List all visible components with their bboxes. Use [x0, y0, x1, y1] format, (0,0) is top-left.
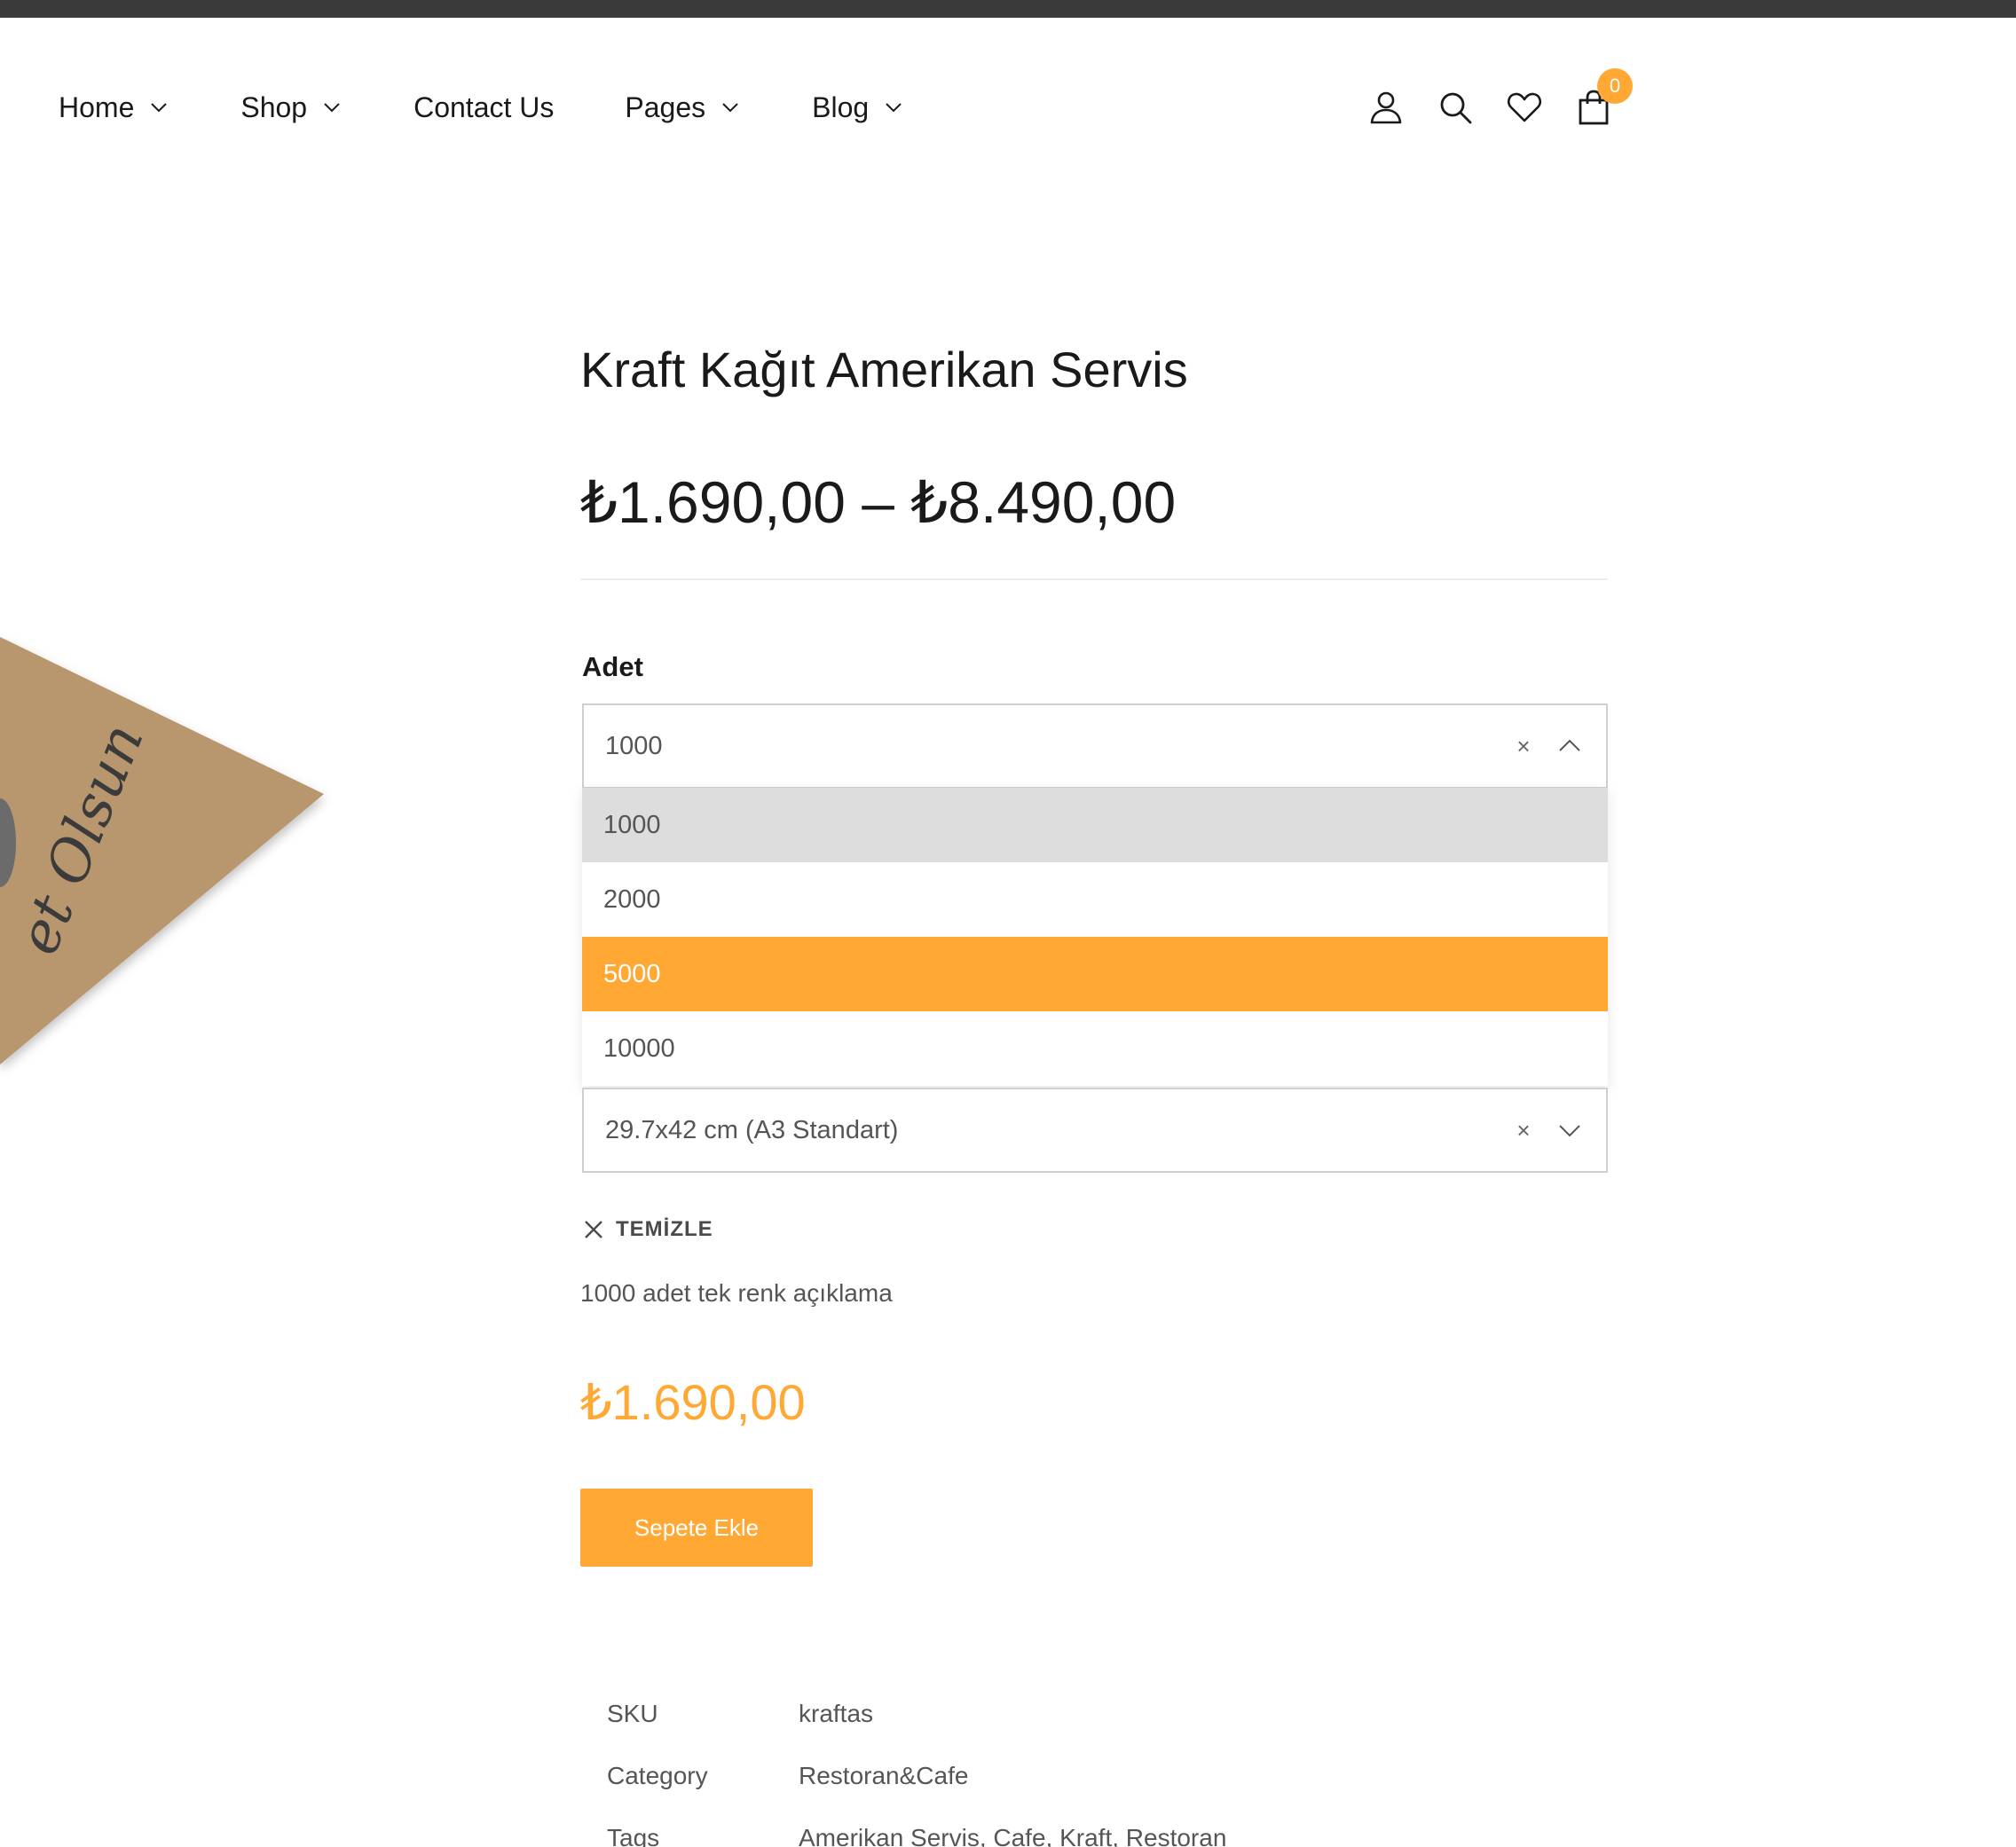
nav-item-label: Blog: [812, 90, 870, 123]
meta-row-sku: SKU kraftas: [607, 1700, 1226, 1762]
user-icon: [1370, 91, 1402, 124]
chevron-down-icon: [720, 97, 741, 118]
quantity-select[interactable]: 1000 ×: [582, 703, 1608, 789]
nav-item-blog[interactable]: Blog: [812, 91, 904, 124]
dropdown-option[interactable]: 1000: [582, 788, 1608, 862]
clear-variations-link[interactable]: TEMİZLE: [582, 1217, 713, 1242]
chevron-down-icon: [883, 97, 904, 118]
dropdown-option[interactable]: 10000: [582, 1011, 1608, 1086]
quantity-label: Adet: [582, 651, 643, 682]
nav-item-shop[interactable]: Shop: [240, 91, 343, 124]
chevron-down-icon[interactable]: [1556, 1117, 1583, 1144]
variation-description: 1000 adet tek renk açıklama: [580, 1279, 893, 1307]
chevron-down-icon: [148, 97, 169, 118]
top-bar: [0, 0, 2016, 18]
nav-item-label: Shop: [240, 90, 308, 123]
meta-key: SKU: [607, 1700, 658, 1727]
tags-links[interactable]: Amerikan Servis, Cafe, Kraft, Restoran: [799, 1824, 1226, 1847]
nav-item-label: Contact Us: [413, 90, 555, 123]
product-title: Kraft Kağıt Amerikan Servis: [580, 342, 1188, 397]
close-icon: [582, 1218, 605, 1241]
dropdown-option[interactable]: 5000: [582, 937, 1608, 1011]
nav-item-label: Pages: [625, 90, 706, 123]
nav-item-contact-us[interactable]: Contact Us: [413, 91, 554, 124]
account-button[interactable]: [1366, 88, 1406, 127]
meta-key: Category: [607, 1762, 708, 1789]
meta-key: Tags: [607, 1824, 660, 1847]
nav-item-pages[interactable]: Pages: [625, 91, 741, 124]
cart-count-badge: 0: [1597, 68, 1633, 104]
size-select[interactable]: 29.7x42 cm (A3 Standart) ×: [582, 1088, 1608, 1173]
clear-selection-icon[interactable]: ×: [1510, 733, 1537, 760]
meta-row-tags: Tags Amerikan Servis, Cafe, Kraft, Resto…: [607, 1824, 1226, 1847]
size-select-value: 29.7x42 cm (A3 Standart): [605, 1115, 899, 1144]
quantity-select-value: 1000: [605, 731, 663, 760]
main-nav: Home Shop Contact Us Pages Blog: [59, 85, 975, 130]
price-range: ₺1.690,00 – ₺8.490,00: [580, 469, 1177, 535]
header-actions: 0: [1366, 68, 1643, 130]
variation-price: ₺1.690,00: [580, 1374, 806, 1430]
search-icon: [1440, 92, 1472, 124]
dropdown-option[interactable]: 2000: [582, 862, 1608, 937]
add-to-cart-button[interactable]: Sepete Ekle: [580, 1489, 813, 1567]
meta-value: kraftas: [799, 1700, 874, 1727]
chevron-up-icon[interactable]: [1556, 733, 1583, 759]
nav-item-label: Home: [59, 90, 135, 123]
wishlist-button[interactable]: [1505, 88, 1544, 127]
product-meta: SKU kraftas Category Restoran&Cafe Tags …: [607, 1700, 1226, 1847]
search-button[interactable]: [1436, 88, 1475, 127]
nav-item-home[interactable]: Home: [59, 91, 169, 124]
clear-selection-icon[interactable]: ×: [1510, 1117, 1537, 1144]
divider: [580, 578, 1608, 580]
meta-row-category: Category Restoran&Cafe: [607, 1762, 1226, 1824]
heart-icon: [1507, 92, 1542, 122]
category-link[interactable]: Restoran&Cafe: [799, 1762, 968, 1789]
clear-variations-label: TEMİZLE: [616, 1217, 713, 1241]
cart-button[interactable]: 0: [1574, 68, 1633, 127]
chevron-down-icon: [321, 97, 343, 118]
quantity-dropdown: 1000 2000 5000 10000: [582, 788, 1608, 1086]
product-image[interactable]: et Olsun: [0, 603, 337, 1100]
